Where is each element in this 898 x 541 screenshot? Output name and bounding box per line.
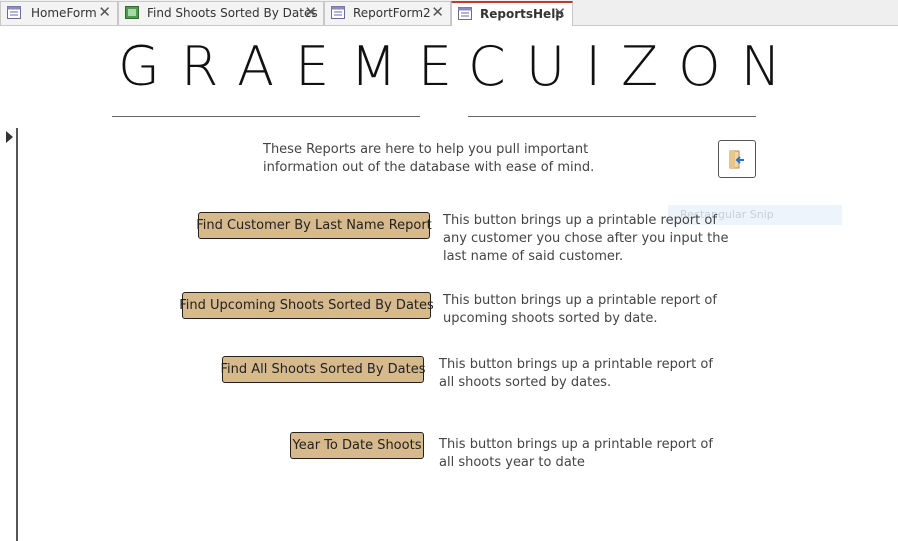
- close-icon[interactable]: ✕: [553, 6, 566, 21]
- tab-label: ReportsHelp: [480, 7, 564, 21]
- close-icon[interactable]: ✕: [304, 5, 317, 20]
- title-last-name: CUIZON: [468, 35, 802, 98]
- close-icon[interactable]: ✕: [98, 5, 111, 20]
- record-selector[interactable]: [0, 128, 18, 541]
- report-description: This button brings up a printable report…: [443, 213, 729, 264]
- find-customer-by-last-name-report-button[interactable]: Find Customer By Last Name Report: [196, 212, 432, 239]
- tab-reportform2[interactable]: ReportForm2 ✕: [324, 1, 451, 25]
- form-icon: [7, 6, 21, 19]
- title-underline-right: [468, 116, 756, 117]
- report-icon: [125, 6, 139, 19]
- form-icon: [458, 7, 472, 20]
- report-description: This button brings up a printable report…: [443, 293, 717, 326]
- document-tab-bar: HomeForm ✕ Find Shoots Sorted By Dates ✕…: [0, 0, 898, 26]
- tab-label: HomeForm: [31, 6, 97, 20]
- tab-label: ReportForm2: [353, 6, 431, 20]
- year-to-date-shoots-button[interactable]: Year To Date Shoots: [290, 432, 424, 459]
- tab-find-shoots-sorted-by-dates[interactable]: Find Shoots Sorted By Dates ✕: [118, 1, 324, 25]
- tab-label: Find Shoots Sorted By Dates: [147, 6, 318, 20]
- close-form-button[interactable]: [718, 140, 756, 178]
- close-icon[interactable]: ✕: [431, 5, 444, 20]
- tab-homeform[interactable]: HomeForm ✕: [0, 1, 118, 25]
- find-upcoming-shoots-sorted-by-dates-button[interactable]: Find Upcoming Shoots Sorted By Dates: [179, 292, 434, 319]
- report-description: This button brings up a printable report…: [439, 437, 713, 470]
- title-underline-left: [112, 116, 420, 117]
- exit-door-icon: [729, 150, 744, 169]
- current-record-arrow-icon: [6, 131, 13, 143]
- tab-reportshelp[interactable]: ReportsHelp ✕: [451, 1, 573, 26]
- form-icon: [331, 6, 345, 19]
- report-description: This button brings up a printable report…: [439, 357, 713, 390]
- find-all-shoots-sorted-by-dates-button[interactable]: Find All Shoots Sorted By Dates: [220, 356, 426, 383]
- intro-text: These Reports are here to help you pull …: [263, 142, 595, 175]
- title-first-name: GRAEME: [118, 35, 473, 98]
